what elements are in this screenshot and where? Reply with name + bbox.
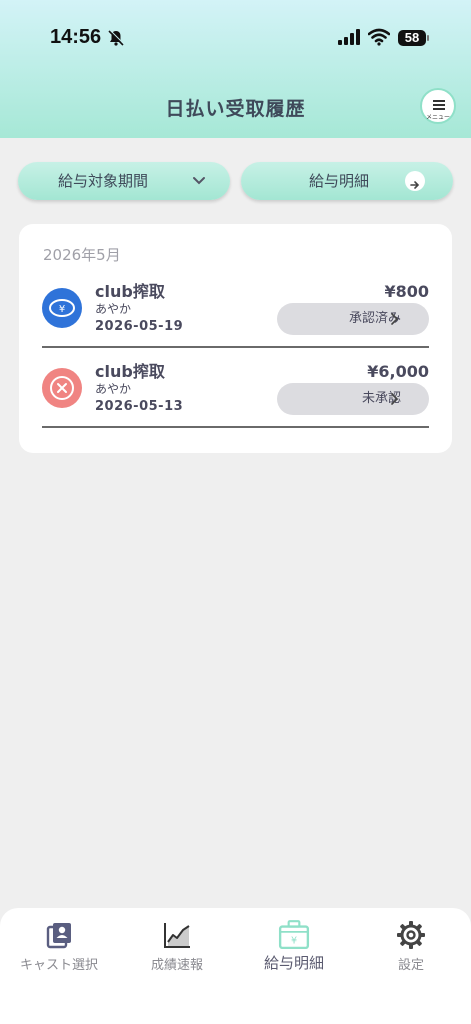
tab-label: 給与明細 bbox=[263, 954, 324, 972]
payment-amount: ¥6,000 bbox=[367, 362, 429, 381]
history-row: ¥ club搾取 あやか 2026-05-19 ¥800 承認済み bbox=[42, 268, 429, 348]
status-button[interactable]: 未承認 bbox=[277, 383, 429, 415]
cellular-signal-icon bbox=[338, 29, 360, 45]
menu-button[interactable]: メニュー bbox=[420, 88, 456, 124]
period-filter-label: 給与対象期間 bbox=[58, 172, 149, 190]
status-label: 未承認 bbox=[361, 391, 401, 406]
yen-coin-icon: ¥ bbox=[42, 288, 82, 328]
chart-icon bbox=[164, 923, 190, 948]
svg-text:¥: ¥ bbox=[291, 936, 297, 947]
page-title: 日払い受取履歴 bbox=[165, 98, 306, 120]
tab-cast-select[interactable]: キャスト選択 bbox=[0, 908, 118, 988]
arrow-right-icon bbox=[405, 171, 425, 191]
status-label: 承認済み bbox=[348, 311, 401, 326]
payment-date: 2026-05-13 bbox=[95, 399, 184, 414]
cast-name: あやか bbox=[95, 382, 132, 396]
tab-label: 設定 bbox=[397, 958, 424, 973]
x-circle-icon bbox=[42, 368, 82, 408]
header: 14:56 58 日払い受取履歴 メニュー bbox=[0, 0, 471, 138]
bottom-tab-bar: キャスト選択 成績速報 ¥ 給与明細 設定 bbox=[0, 908, 471, 1024]
tab-settings[interactable]: 設定 bbox=[352, 908, 470, 988]
tab-label: キャスト選択 bbox=[19, 958, 98, 973]
shop-name: club搾取 bbox=[95, 282, 165, 301]
status-bar: 14:56 58 bbox=[0, 0, 471, 76]
hamburger-icon bbox=[433, 100, 445, 112]
tab-performance[interactable]: 成績速報 bbox=[118, 908, 236, 988]
menu-label: メニュー bbox=[425, 114, 450, 121]
payment-amount: ¥800 bbox=[384, 282, 429, 301]
wifi-icon bbox=[368, 28, 390, 46]
chevron-down-icon bbox=[193, 177, 205, 185]
month-heading: 2026年5月 bbox=[43, 246, 121, 264]
cast-select-icon bbox=[46, 923, 71, 949]
cast-name: あやか bbox=[95, 302, 132, 316]
battery-tip bbox=[427, 35, 429, 41]
shop-name: club搾取 bbox=[95, 362, 165, 381]
bell-muted-icon bbox=[108, 29, 125, 46]
history-card: 2026年5月 ¥ club搾取 あやか 2026-05-19 ¥800 承認済… bbox=[19, 224, 452, 453]
tab-label: 成績速報 bbox=[150, 958, 203, 973]
battery-indicator: 58 bbox=[398, 30, 426, 46]
chevron-right-icon bbox=[391, 313, 399, 325]
chevron-right-icon bbox=[391, 393, 399, 405]
status-button[interactable]: 承認済み bbox=[277, 303, 429, 335]
period-filter-button[interactable]: 給与対象期間 bbox=[18, 162, 230, 200]
payment-date: 2026-05-19 bbox=[95, 319, 184, 334]
salary-bag-icon: ¥ bbox=[278, 920, 310, 950]
salary-slip-button[interactable]: 給与明細 bbox=[241, 162, 453, 200]
svg-text:¥: ¥ bbox=[59, 304, 65, 315]
history-row: club搾取 あやか 2026-05-13 ¥6,000 未承認 bbox=[42, 348, 429, 428]
row-divider bbox=[42, 426, 429, 428]
gear-icon bbox=[397, 921, 425, 949]
tab-salary-slip[interactable]: ¥ 給与明細 bbox=[235, 908, 353, 988]
status-time: 14:56 bbox=[50, 26, 102, 48]
